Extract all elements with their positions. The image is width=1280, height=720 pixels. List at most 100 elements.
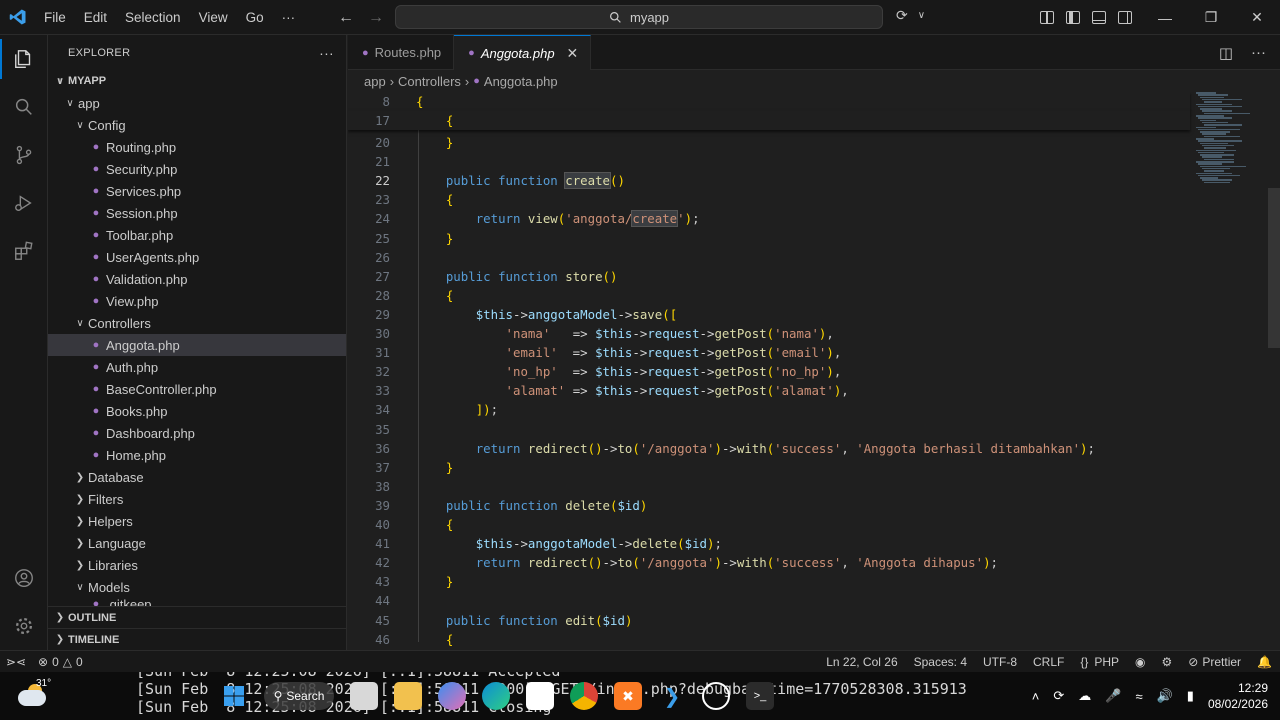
clock[interactable]: 12:29 08/02/2026 (1208, 680, 1268, 712)
wifi-icon[interactable]: ≈ (1135, 689, 1142, 704)
remote-indicator-icon[interactable]: ⋗⋖ (0, 651, 32, 673)
tree-folder[interactable]: ∨ Config (48, 114, 346, 136)
breadcrumb-item[interactable]: Anggota.php (484, 74, 558, 89)
code-line[interactable]: 39 public function delete($id) (348, 496, 1280, 515)
copilot-app-icon[interactable] (438, 682, 466, 710)
tree-file[interactable]: ● BaseController.php (48, 378, 346, 400)
microsoft-store-icon[interactable] (526, 682, 554, 710)
code-line[interactable]: 42 return redirect()->to('/anggota')->wi… (348, 553, 1280, 572)
tree-file[interactable]: ● Validation.php (48, 268, 346, 290)
command-center-search[interactable]: myapp (395, 5, 883, 29)
close-tab-icon[interactable]: ✕ (567, 45, 579, 62)
code-line[interactable]: 30 'nama' => $this->request->getPost('na… (348, 324, 1280, 343)
tree-file[interactable]: ● Session.php (48, 202, 346, 224)
tree-folder[interactable]: ❯ Libraries (48, 554, 346, 576)
code-line[interactable]: 44 (348, 591, 1280, 610)
chevron-up-icon[interactable]: ˄ (1032, 689, 1040, 704)
prettier-status[interactable]: ⊘ Prettier (1188, 655, 1241, 669)
weather-widget[interactable]: 31° (14, 678, 54, 714)
code-line[interactable]: 23 { (348, 190, 1280, 209)
battery-icon[interactable]: ▮ (1187, 688, 1194, 704)
outline-section[interactable]: ❯ OUTLINE (48, 606, 346, 628)
toggle-primary-sidebar-icon[interactable] (1066, 11, 1080, 24)
task-view-icon[interactable] (350, 682, 378, 710)
tree-folder[interactable]: ❯ Filters (48, 488, 346, 510)
indentation[interactable]: Spaces: 4 (914, 655, 967, 669)
customize-layout-icon[interactable] (1040, 11, 1054, 24)
forward-arrow-icon[interactable]: → (368, 9, 384, 27)
onedrive-icon[interactable]: ☁ (1078, 688, 1091, 704)
code-line[interactable]: 43 } (348, 572, 1280, 591)
run-debug-icon[interactable] (0, 179, 48, 227)
code-editor[interactable]: 8{17 {20 } 21 22 public function create() 2… (348, 92, 1280, 650)
encoding[interactable]: UTF-8 (983, 655, 1017, 669)
file-explorer-icon[interactable] (394, 682, 422, 710)
menu-edit[interactable]: Edit (75, 0, 116, 35)
restore-icon[interactable]: ❐ (1188, 0, 1234, 35)
explorer-icon[interactable] (0, 35, 48, 83)
tree-file[interactable]: ● Anggota.php (48, 334, 346, 356)
tab-anggota[interactable]: ● Anggota.php ✕ (454, 35, 592, 70)
breadcrumb-item[interactable]: Controllers (398, 74, 461, 89)
settings-gear-icon[interactable] (0, 602, 48, 650)
code-line[interactable]: 27 public function store() (348, 267, 1280, 286)
edge-browser-icon[interactable] (482, 682, 510, 710)
tree-file[interactable]: ● Books.php (48, 400, 346, 422)
code-line[interactable]: 22 public function create() (348, 171, 1280, 190)
code-line[interactable]: 28 { (348, 286, 1280, 305)
more-actions-icon[interactable]: ··· (319, 45, 334, 61)
microphone-icon[interactable]: 🎤 (1105, 688, 1121, 704)
code-line[interactable]: 41 $this->anggotaModel->delete($id); (348, 534, 1280, 553)
sync-icon[interactable]: ⟳ (1053, 688, 1064, 704)
code-line[interactable]: 34 ]); (348, 400, 1280, 419)
notifications-bell-icon[interactable]: 🔔 (1257, 655, 1272, 669)
tree-folder[interactable]: ∨ app (48, 92, 346, 114)
minimize-icon[interactable]: — (1142, 0, 1188, 35)
language-mode[interactable]: {} PHP (1080, 655, 1119, 669)
tab-routes[interactable]: ● Routes.php (348, 35, 455, 70)
code-line[interactable]: 29 $this->anggotaModel->save([ (348, 305, 1280, 324)
terminal-icon[interactable]: >_ (746, 682, 774, 710)
tree-file[interactable]: ● Dashboard.php (48, 422, 346, 444)
tree-file[interactable]: ● Home.php (48, 444, 346, 466)
tree-folder[interactable]: ❯ Database (48, 466, 346, 488)
breadcrumb-item[interactable]: app (364, 74, 386, 89)
menu-go[interactable]: Go (237, 0, 273, 35)
xampp-icon[interactable]: ✖ (614, 682, 642, 710)
tree-folder[interactable]: ∨ Models (48, 576, 346, 598)
code-line[interactable]: 21 (348, 152, 1280, 171)
code-line[interactable]: 46 { (348, 630, 1280, 649)
settings-sync-icon[interactable]: ⚙ (1162, 655, 1173, 669)
menu-more[interactable]: ··· (273, 0, 305, 35)
taskbar-search[interactable]: ⚲ Search (264, 682, 334, 710)
code-line[interactable]: 31 'email' => $this->request->getPost('e… (348, 343, 1280, 362)
code-line[interactable]: 20 } (348, 133, 1280, 152)
volume-icon[interactable]: 🔊 (1157, 688, 1173, 704)
copilot-status-icon[interactable]: ◉ (1135, 655, 1145, 669)
tree-folder[interactable]: ❯ Language (48, 532, 346, 554)
menu-view[interactable]: View (190, 0, 237, 35)
menu-file[interactable]: File (35, 0, 75, 35)
code-line[interactable]: 40 { (348, 515, 1280, 534)
code-line[interactable]: 25 } (348, 229, 1280, 248)
github-desktop-icon[interactable] (702, 682, 730, 710)
tree-file[interactable]: ● UserAgents.php (48, 246, 346, 268)
start-windows-icon[interactable] (220, 682, 248, 710)
split-editor-icon[interactable]: ◫ (1219, 44, 1233, 62)
tree-file[interactable]: ● Toolbar.php (48, 224, 346, 246)
workspace-root[interactable]: ∨ MYAPP (48, 70, 346, 92)
code-line[interactable]: 32 'no_hp' => $this->request->getPost('n… (348, 362, 1280, 381)
search-icon[interactable] (0, 83, 48, 131)
problems-indicator[interactable]: ⊗ 0 △ 0 (32, 655, 89, 669)
tree-file[interactable]: ● Routing.php (48, 136, 346, 158)
cursor-position[interactable]: Ln 22, Col 26 (826, 655, 897, 669)
code-line[interactable]: 24 return view('anggota/create'); (348, 209, 1280, 228)
end-of-line[interactable]: CRLF (1033, 655, 1064, 669)
tree-file[interactable]: ● Auth.php (48, 356, 346, 378)
sticky-scroll-line[interactable]: 17 { (348, 111, 1190, 130)
tree-file[interactable]: ● View.php (48, 290, 346, 312)
tree-file[interactable]: ● Security.php (48, 158, 346, 180)
back-arrow-icon[interactable]: ← (338, 9, 354, 27)
code-line[interactable]: 45 public function edit($id) (348, 611, 1280, 630)
code-line[interactable]: 33 'alamat' => $this->request->getPost('… (348, 381, 1280, 400)
